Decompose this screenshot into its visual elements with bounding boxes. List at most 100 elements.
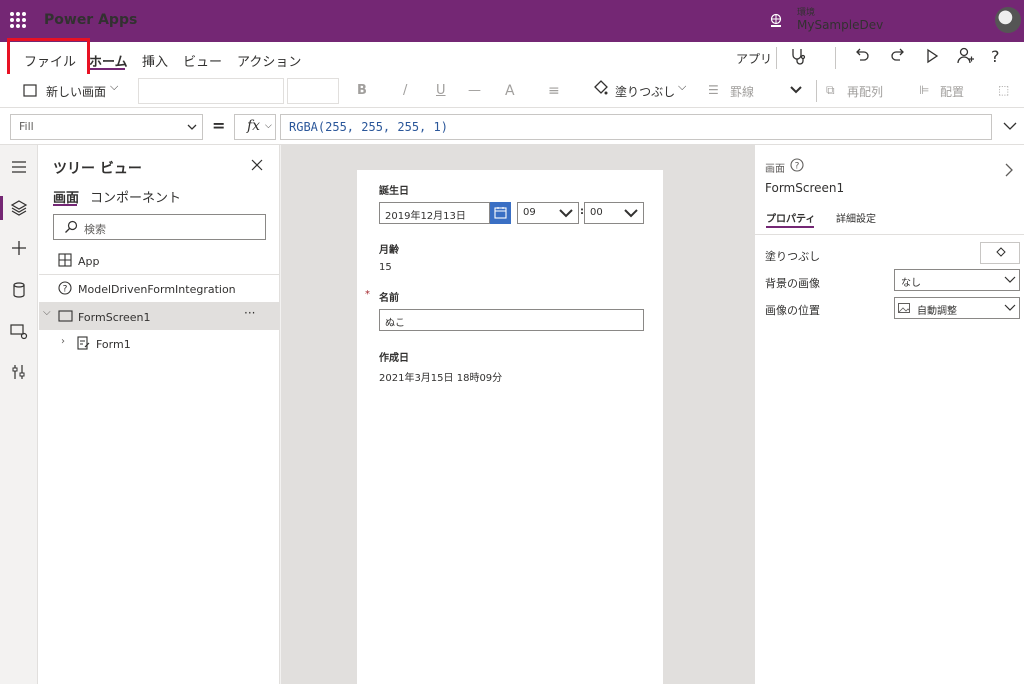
database-icon[interactable] bbox=[9, 280, 29, 300]
chevron-down-icon[interactable] bbox=[788, 82, 804, 98]
layers-icon[interactable] bbox=[9, 198, 29, 218]
menu-view[interactable]: ビュー bbox=[183, 51, 222, 70]
image-position-value: 自動調整 bbox=[917, 306, 957, 317]
svg-text:?: ? bbox=[795, 162, 800, 172]
font-family-dropdown[interactable] bbox=[138, 78, 284, 104]
chevron-down-icon[interactable]: ⌵ bbox=[110, 80, 118, 94]
advanced-tools-icon[interactable] bbox=[9, 362, 29, 382]
rail-active-indicator bbox=[0, 196, 3, 220]
undo-icon[interactable] bbox=[852, 46, 872, 66]
play-icon[interactable] bbox=[922, 46, 942, 66]
app-checker-button[interactable]: アプリ bbox=[736, 50, 772, 67]
plus-icon[interactable] bbox=[9, 238, 29, 258]
screen-canvas[interactable] bbox=[357, 170, 663, 684]
environment-name[interactable]: MySampleDev bbox=[797, 18, 883, 32]
underline-button[interactable]: U bbox=[436, 83, 446, 98]
chevron-right-icon[interactable]: › bbox=[61, 336, 65, 347]
reorder-icon[interactable]: ⧉ bbox=[826, 83, 835, 98]
tree-item-app[interactable] bbox=[39, 247, 279, 275]
tab-screens-indicator bbox=[53, 204, 77, 206]
calendar-button[interactable] bbox=[490, 202, 511, 224]
tree-divider bbox=[39, 274, 279, 275]
property-dropdown[interactable]: Fill bbox=[10, 114, 203, 140]
stethoscope-icon[interactable] bbox=[788, 46, 808, 66]
chevron-down-icon[interactable] bbox=[558, 206, 574, 220]
chevron-right-icon[interactable] bbox=[1003, 162, 1015, 178]
chevron-down-icon[interactable] bbox=[1004, 303, 1016, 313]
chevron-down-icon[interactable] bbox=[623, 206, 639, 220]
fill-label: 塗りつぶし bbox=[765, 250, 821, 263]
tree-search-placeholder: 検索 bbox=[84, 223, 106, 236]
align-icon[interactable]: ⊫ bbox=[919, 83, 929, 97]
font-color-button[interactable]: A bbox=[505, 83, 515, 99]
toolbar-divider bbox=[835, 47, 836, 69]
tree-item-label: App bbox=[78, 255, 100, 268]
paint-bucket-icon[interactable] bbox=[591, 79, 609, 97]
bg-image-value: なし bbox=[901, 278, 921, 289]
media-icon[interactable] bbox=[9, 321, 29, 341]
border-button[interactable]: 罫線 bbox=[730, 83, 754, 100]
fx-button[interactable]: fx ⌵ bbox=[234, 114, 276, 140]
tab-components[interactable]: コンポーネント bbox=[90, 187, 181, 206]
strikethrough-button[interactable]: — bbox=[468, 83, 481, 98]
tab-properties[interactable]: プロパティ bbox=[766, 210, 815, 225]
tree-item-formscreen[interactable] bbox=[39, 302, 279, 330]
tree-item-label: FormScreen1 bbox=[78, 311, 151, 324]
font-size-dropdown[interactable] bbox=[287, 78, 339, 104]
reorder-button[interactable]: 再配列 bbox=[847, 83, 883, 100]
tree-item-form1[interactable] bbox=[39, 330, 279, 358]
new-screen-button[interactable]: 新しい画面 bbox=[46, 83, 106, 100]
more-options-icon[interactable]: ··· bbox=[244, 306, 255, 320]
created-label: 作成日 bbox=[379, 353, 409, 364]
close-icon[interactable] bbox=[250, 158, 264, 172]
chevron-down-icon[interactable]: ⌵ bbox=[43, 307, 51, 318]
chevron-down-icon[interactable] bbox=[186, 121, 198, 133]
image-position-dropdown[interactable]: 自動調整 bbox=[894, 297, 1020, 319]
help-icon[interactable]: ? bbox=[991, 47, 1000, 66]
waffle-menu-icon[interactable] bbox=[10, 12, 26, 28]
border-icon[interactable]: ☰ bbox=[708, 83, 719, 97]
bg-image-dropdown[interactable]: なし bbox=[894, 269, 1020, 291]
name-value: ぬこ bbox=[385, 318, 405, 329]
italic-button[interactable]: / bbox=[403, 83, 407, 98]
chevron-down-icon[interactable]: ⌵ bbox=[678, 80, 686, 94]
age-label: 月齢 bbox=[379, 245, 399, 256]
created-value: 2021年3月15日 18時09分 bbox=[379, 373, 503, 384]
align-button[interactable]: 配置 bbox=[940, 83, 964, 100]
chevron-down-icon[interactable] bbox=[1004, 275, 1016, 285]
new-screen-icon[interactable] bbox=[22, 82, 38, 98]
props-section-label: 画面 bbox=[765, 164, 785, 175]
environment-icon[interactable] bbox=[768, 13, 784, 29]
fill-color-picker[interactable] bbox=[980, 242, 1020, 264]
tree-item-label: Form1 bbox=[96, 338, 131, 351]
hamburger-menu-icon[interactable] bbox=[9, 157, 29, 177]
redo-icon[interactable] bbox=[888, 46, 908, 66]
tree-item-label: ModelDrivenFormIntegration bbox=[78, 283, 236, 296]
toolbar-divider bbox=[776, 47, 777, 69]
user-avatar[interactable] bbox=[995, 7, 1021, 33]
birthday-date-picker[interactable]: 2019年12月13日 bbox=[379, 202, 490, 224]
fx-icon: fx bbox=[247, 118, 261, 134]
menu-insert[interactable]: 挿入 bbox=[142, 51, 168, 70]
props-screen-name: FormScreen1 bbox=[765, 181, 845, 195]
search-icon bbox=[65, 220, 78, 233]
expand-formula-icon[interactable] bbox=[1002, 118, 1018, 134]
minute-value: 00 bbox=[590, 207, 603, 218]
svg-text:?: ? bbox=[63, 285, 68, 295]
birthday-label: 誕生日 bbox=[379, 186, 409, 197]
menu-action[interactable]: アクション bbox=[237, 51, 301, 70]
text-align-icon[interactable]: ≡ bbox=[548, 83, 560, 99]
tab-advanced[interactable]: 詳細設定 bbox=[836, 210, 876, 225]
help-circle-icon[interactable]: ? bbox=[790, 158, 804, 172]
share-user-icon[interactable] bbox=[955, 46, 975, 66]
image-icon bbox=[898, 303, 910, 313]
group-icon[interactable]: ⬚ bbox=[998, 83, 1009, 97]
formula-input[interactable]: RGBA(255, 255, 255, 1) bbox=[280, 114, 992, 140]
age-value: 15 bbox=[379, 262, 392, 273]
app-icon bbox=[58, 253, 72, 267]
bg-image-label: 背景の画像 bbox=[765, 277, 820, 290]
name-input[interactable]: ぬこ bbox=[379, 309, 644, 331]
bold-button[interactable]: B bbox=[357, 83, 367, 98]
fill-button[interactable]: 塗りつぶし bbox=[615, 83, 675, 100]
props-divider bbox=[755, 234, 1024, 235]
